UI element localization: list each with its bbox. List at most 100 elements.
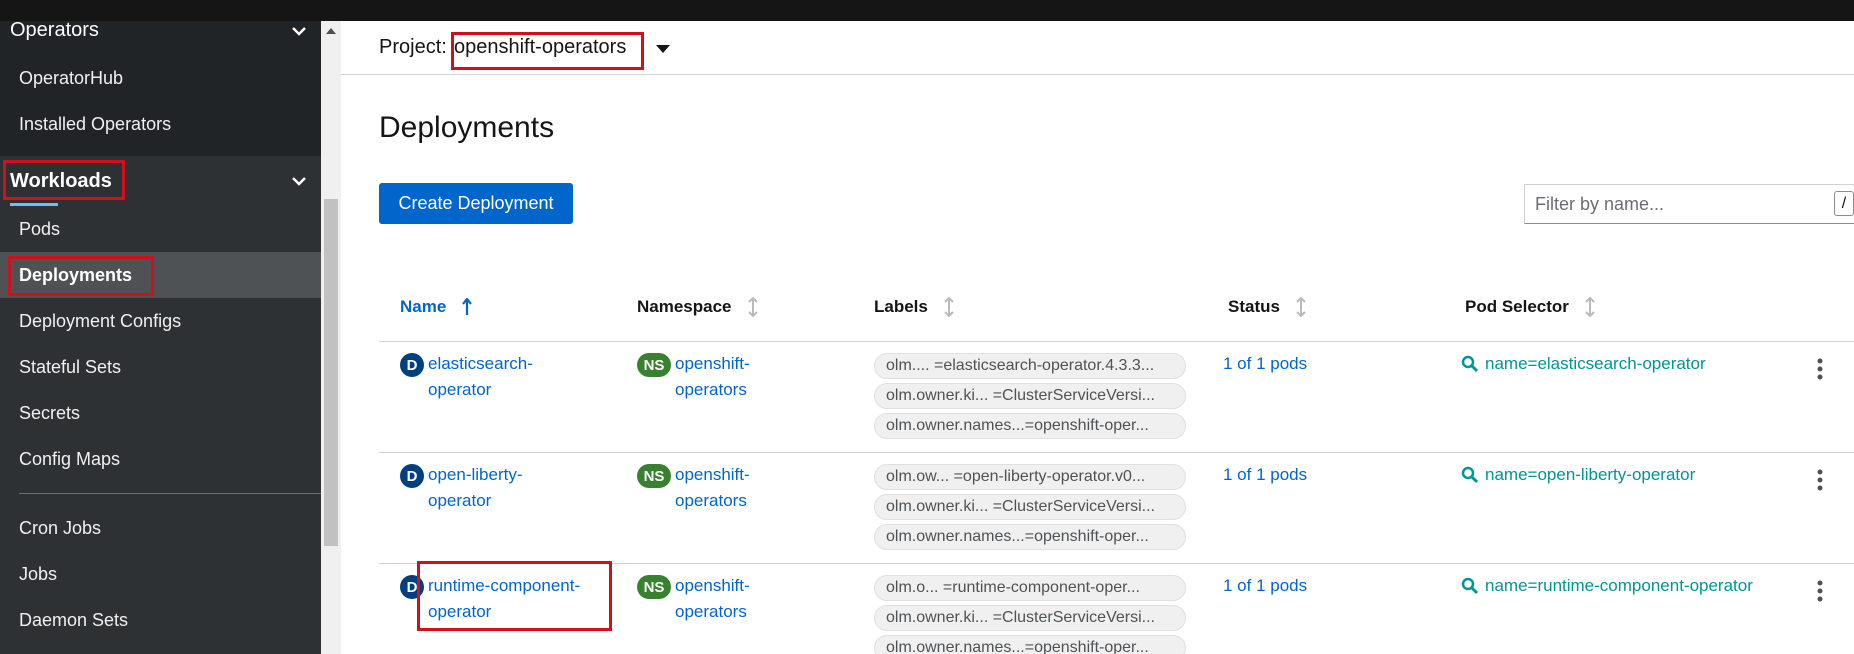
namespace-line: openshift- (675, 354, 750, 373)
search-icon (1461, 466, 1479, 484)
namespace-link[interactable]: openshift- operators (675, 573, 750, 625)
namespace-badge: NS (637, 464, 671, 488)
label-chip[interactable]: olm.owner.ki... =ClusterServiceVersi... (874, 605, 1186, 631)
sidebar-item-label: Secrets (19, 402, 81, 423)
namespace-line: openshift- (675, 576, 750, 595)
namespace-link[interactable]: openshift- operators (675, 351, 750, 403)
sidebar-item-deployments[interactable]: Deployments (0, 252, 321, 298)
kebab-menu-icon[interactable] (1817, 469, 1823, 491)
label-chip[interactable]: olm.owner.names...=openshift-oper... (874, 635, 1186, 654)
pod-status-link[interactable]: 1 of 1 pods (1223, 576, 1307, 596)
pod-selector-link[interactable]: name=runtime-component-operator (1461, 576, 1753, 596)
sort-icon (1296, 297, 1306, 317)
namespace-link[interactable]: openshift- operators (675, 462, 750, 514)
namespace-line: operators (675, 602, 747, 621)
name-line: runtime-component- (428, 576, 581, 595)
label-chip[interactable]: olm.... =elasticsearch-operator.4.3.3... (874, 353, 1186, 379)
pod-selector-text: name=runtime-component-operator (1485, 576, 1753, 595)
sort-icon (747, 297, 758, 317)
sidebar-item-label: OperatorHub (19, 67, 124, 88)
deployment-badge: D (400, 464, 424, 488)
name-line: operator (428, 380, 492, 399)
namespace-line: operators (675, 491, 747, 510)
pod-selector-link[interactable]: name=open-liberty-operator (1461, 465, 1695, 485)
sidebar-section-label: Operators (10, 21, 99, 41)
label-chip[interactable]: olm.owner.ki... =ClusterServiceVersi... (874, 383, 1186, 409)
sidebar-item-label: Pods (19, 218, 61, 239)
deployment-name-link[interactable]: elasticsearch- operator (428, 351, 533, 403)
column-header-name[interactable]: Name (400, 297, 473, 317)
name-line: operator (428, 602, 492, 621)
sidebar-item-installed-operators[interactable]: Installed Operators (0, 101, 321, 147)
column-header-labels[interactable]: Labels (874, 297, 954, 317)
column-header-namespace[interactable]: Namespace (637, 297, 758, 317)
sort-icon (944, 297, 954, 317)
search-icon (1461, 577, 1479, 595)
sort-icon (1585, 297, 1595, 317)
sidebar-section-operators[interactable]: Operators (0, 21, 321, 41)
label-chip[interactable]: olm.ow... =open-liberty-operator.v0... (874, 464, 1186, 490)
label-chip[interactable]: olm.owner.ki... =ClusterServiceVersi... (874, 494, 1186, 520)
column-header-label: Status (1228, 297, 1280, 316)
column-header-status[interactable]: Status (1228, 297, 1306, 317)
scrollbar-thumb[interactable] (324, 199, 338, 546)
sidebar-item-label: Deployments (19, 264, 133, 285)
project-bar: Project: openshift-operators (341, 21, 1854, 75)
kebab-menu-icon[interactable] (1817, 358, 1823, 380)
sidebar-item-deployment-configs[interactable]: Deployment Configs (0, 298, 321, 344)
deployment-badge: D (400, 353, 424, 377)
project-label: Project: (379, 36, 447, 58)
sidebar-item-config-maps[interactable]: Config Maps (0, 436, 321, 482)
kebab-menu-icon[interactable] (1817, 580, 1823, 602)
sidebar-item-label: Deployment Configs (19, 310, 182, 331)
sidebar-item-operatorhub[interactable]: OperatorHub (0, 55, 321, 101)
name-line: elasticsearch- (428, 354, 533, 373)
pod-status-link[interactable]: 1 of 1 pods (1223, 354, 1307, 374)
name-line: open-liberty- (428, 465, 523, 484)
sidebar-scrollbar[interactable] (321, 21, 341, 654)
sidebar-item-label: Config Maps (19, 448, 121, 469)
caret-down-icon[interactable] (656, 45, 670, 53)
sidebar-item-jobs[interactable]: Jobs (0, 551, 321, 597)
label-chip[interactable]: olm.owner.names...=openshift-oper... (874, 524, 1186, 550)
project-selector-value[interactable]: openshift-operators (454, 36, 626, 59)
sidebar-item-label: Stateful Sets (19, 356, 122, 377)
column-header-label: Labels (874, 297, 928, 316)
search-icon (1461, 355, 1479, 373)
top-masthead (0, 0, 1854, 21)
label-chip[interactable]: olm.owner.names...=openshift-oper... (874, 413, 1186, 439)
sidebar-item-label: Cron Jobs (19, 517, 102, 538)
chevron-down-icon (292, 177, 306, 186)
sidebar-nav: Operators OperatorHub Installed Operator… (0, 21, 321, 654)
scroll-up-icon[interactable] (326, 28, 336, 34)
main-content: Project: openshift-operators Deployments… (341, 21, 1854, 654)
sidebar-item-secrets[interactable]: Secrets (0, 390, 321, 436)
sidebar-item-label: Daemon Sets (19, 609, 129, 630)
sidebar-divider (19, 493, 321, 494)
column-header-label: Pod Selector (1465, 297, 1569, 316)
deployment-name-link[interactable]: open-liberty- operator (428, 462, 523, 514)
deployment-badge: D (400, 575, 424, 599)
namespace-line: openshift- (675, 465, 750, 484)
sidebar-item-stateful-sets[interactable]: Stateful Sets (0, 344, 321, 390)
sidebar-item-label: Installed Operators (19, 113, 172, 134)
pod-status-link[interactable]: 1 of 1 pods (1223, 465, 1307, 485)
sidebar-section-workloads[interactable]: Workloads (0, 156, 321, 206)
sidebar-item-pods[interactable]: Pods (0, 206, 321, 252)
sidebar-item-cron-jobs[interactable]: Cron Jobs (0, 505, 321, 551)
column-header-pod-selector[interactable]: Pod Selector (1465, 297, 1595, 317)
row-divider (379, 341, 1854, 342)
filter-by-name-input[interactable]: Filter by name... (1524, 184, 1854, 224)
deployment-name-link[interactable]: runtime-component- operator (428, 573, 580, 625)
pod-selector-link[interactable]: name=elasticsearch-operator (1461, 354, 1706, 374)
name-line: operator (428, 491, 492, 510)
pod-selector-text: name=open-liberty-operator (1485, 465, 1696, 484)
create-deployment-button[interactable]: Create Deployment (379, 183, 573, 224)
namespace-badge: NS (637, 353, 671, 377)
label-chip[interactable]: olm.o... =runtime-component-oper... (874, 575, 1186, 601)
namespace-line: operators (675, 380, 747, 399)
sidebar-item-daemon-sets[interactable]: Daemon Sets (0, 597, 321, 643)
column-header-label: Namespace (637, 297, 732, 316)
sort-ascending-icon (462, 298, 473, 315)
page-title: Deployments (379, 111, 555, 144)
